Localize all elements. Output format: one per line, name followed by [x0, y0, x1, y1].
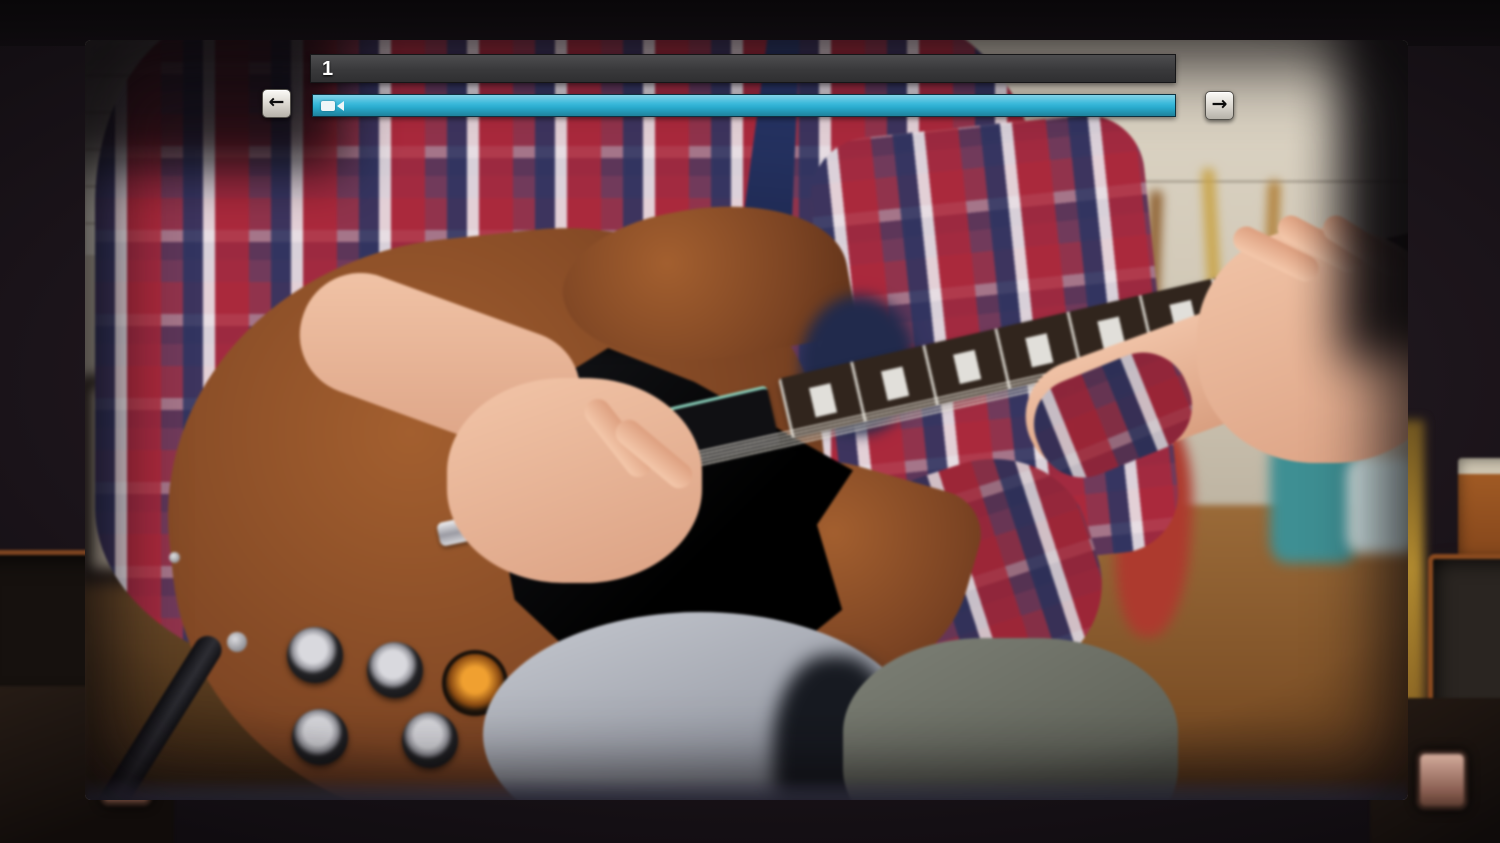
- lesson-ui-overlay: 1 ← →: [0, 0, 1500, 843]
- video-progress-fill: [313, 95, 1175, 116]
- video-camera-body: [321, 100, 335, 111]
- arrow-right-icon: →: [1211, 93, 1228, 115]
- lesson-step-bar: 1: [310, 54, 1176, 83]
- video-lesson-screen: 1 ← →: [0, 0, 1500, 843]
- lesson-step-label: 1: [322, 57, 334, 80]
- video-camera-lens: [337, 100, 344, 111]
- video-progress-bar[interactable]: [312, 94, 1176, 117]
- arrow-left-icon: ←: [268, 91, 285, 113]
- video-camera-icon: [321, 100, 344, 111]
- next-button[interactable]: →: [1205, 91, 1234, 120]
- previous-button[interactable]: ←: [262, 89, 291, 118]
